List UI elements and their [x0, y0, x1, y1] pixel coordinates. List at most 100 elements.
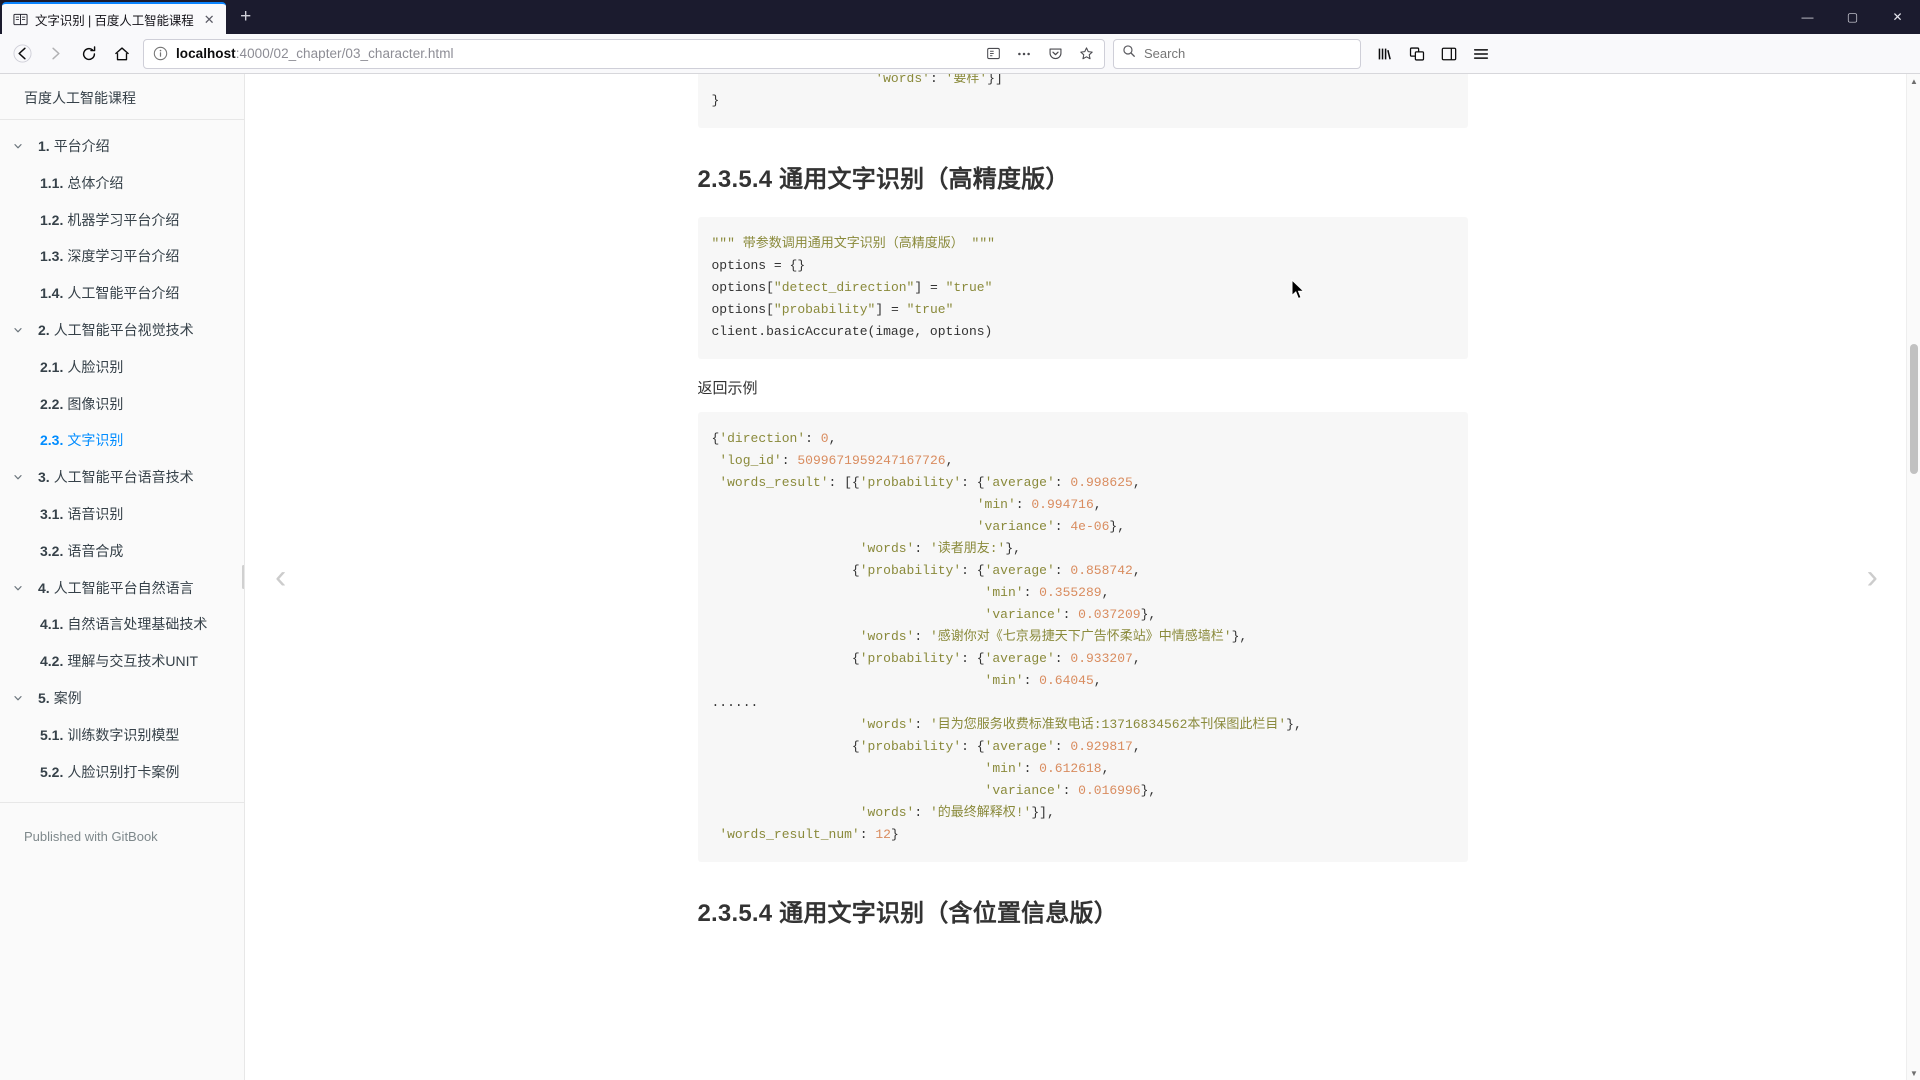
scroll-up-arrow[interactable]: ▲ [1907, 74, 1920, 88]
sidebar-item-14[interactable]: 1.4. 人工智能平台介绍 [0, 275, 244, 312]
browser-tab[interactable]: 文字识别 | 百度人工智能课程 ✕ [2, 2, 226, 34]
sidebar-item-52[interactable]: 5.2. 人脸识别打卡案例 [0, 754, 244, 791]
chapter-label: 人脸识别打卡案例 [67, 763, 180, 780]
toolbar-right [1369, 38, 1496, 69]
chapter-label: 人脸识别 [67, 358, 124, 375]
chapter-label: 语音合成 [67, 542, 124, 559]
search-input[interactable]: Search [1144, 46, 1185, 61]
sidebar-item-51[interactable]: 5.1. 训练数字识别模型 [0, 717, 244, 754]
chapter-number: 1.1. [40, 174, 64, 191]
tab-title: 文字识别 | 百度人工智能课程 [35, 13, 194, 28]
chevron-down-icon[interactable] [13, 583, 23, 593]
library-icon[interactable] [1369, 38, 1400, 69]
chevron-down-icon[interactable] [13, 325, 23, 335]
chapter-number: 1.3. [40, 248, 64, 265]
search-bar[interactable]: Search [1113, 38, 1361, 69]
sidebar-item-11[interactable]: 1.1. 总体介绍 [0, 165, 244, 202]
sidebar-subitem: 1.3. 深度学习平台介绍 [0, 238, 244, 275]
sidebar-icon[interactable] [1433, 38, 1464, 69]
sidebar-divider [0, 802, 244, 804]
sidebar-footer[interactable]: Published with GitBook [0, 817, 244, 856]
code-block-return-json[interactable]: {'direction': 0, 'log_id': 5099671959247… [697, 412, 1468, 863]
sidebar-item-5[interactable]: 5. 案例 [0, 680, 244, 717]
chapter-label: 图像识别 [67, 395, 124, 412]
sidebar-item-2[interactable]: 2. 人工智能平台视觉技术 [0, 312, 244, 349]
sidebar-subitem: 1.1. 总体介绍 [0, 165, 244, 202]
chevron-down-icon[interactable] [13, 472, 23, 482]
chapter-number: 1.2. [40, 211, 64, 228]
sidebar-item-13[interactable]: 1.3. 深度学习平台介绍 [0, 238, 244, 275]
code-block-options[interactable]: """ 带参数调用通用文字识别（高精度版） """ options = {} o… [697, 217, 1468, 360]
page-inner: 'words': '要样'}] } 2.3.5.4 通用文字识别（高精度版） "… [683, 74, 1483, 991]
chapter-number: 4.1. [40, 616, 64, 633]
sidebar-chapter-1: 1. 平台介绍 1.1. 总体介绍 1.2. 机器学习平台介绍 1.3. 深度学习平台介绍 1.… [0, 128, 244, 312]
reload-icon[interactable] [73, 38, 104, 69]
sidebar-item-41[interactable]: 4.1. 自然语言处理基础技术 [0, 606, 244, 643]
gitbook-sidebar: 百度人工智能课程 1. 平台介绍 1.1. 总体介绍 1.2. 机器学习平台介绍 1.3. 深… [0, 74, 245, 1080]
return-example-label: 返回示例 [697, 380, 758, 398]
sidebar-chapter-2: 2. 人工智能平台视觉技术 2.1. 人脸识别 2.2. 图像识别 2.3. 文字识别 [0, 312, 244, 459]
chapter-number: 4. [38, 579, 50, 596]
chevron-down-icon[interactable] [13, 141, 23, 151]
page-viewport: 百度人工智能课程 1. 平台介绍 1.1. 总体介绍 1.2. 机器学习平台介绍 1.3. 深… [0, 74, 1920, 1080]
sidebar-subitem: 1.2. 机器学习平台介绍 [0, 202, 244, 239]
chapter-number: 1. [38, 138, 50, 154]
chevron-down-icon[interactable] [13, 693, 23, 703]
arrow-left-icon[interactable] [7, 38, 38, 69]
sidebar-item-4[interactable]: 4. 人工智能平台自然语言 [0, 570, 244, 607]
scroll-down-arrow[interactable]: ▼ [1907, 1066, 1920, 1080]
chapter-label: 平台介绍 [53, 138, 110, 154]
chapter-label: 文字识别 [67, 432, 124, 449]
hamburger-menu-icon[interactable] [1465, 38, 1496, 69]
sidebar-subitem: 2.3. 文字识别 [0, 422, 244, 459]
minimize-button[interactable]: — [1785, 0, 1830, 34]
chapter-label: 总体介绍 [67, 174, 124, 191]
chapter-number: 3. [38, 469, 50, 486]
sidebar-item-1[interactable]: 1. 平台介绍 [0, 128, 244, 165]
chapter-label: 人工智能平台介绍 [67, 285, 180, 302]
sidebar-item-3[interactable]: 3. 人工智能平台语音技术 [0, 459, 244, 496]
info-circle-icon[interactable] [153, 46, 169, 62]
container-tabs-icon[interactable] [1401, 38, 1432, 69]
sidebar-subitem: 5.1. 训练数字识别模型 [0, 717, 244, 754]
star-icon[interactable] [1074, 42, 1098, 66]
sidebar-subitem: 5.2. 人脸识别打卡案例 [0, 754, 244, 791]
sidebar-chapter-5: 5. 案例 5.1. 训练数字识别模型 5.2. 人脸识别打卡案例 [0, 680, 244, 790]
sidebar-item-21[interactable]: 2.1. 人脸识别 [0, 349, 244, 386]
sidebar-item-23[interactable]: 2.3. 文字识别 [0, 422, 244, 459]
ellipsis-icon[interactable] [1012, 42, 1036, 66]
chapter-number: 5.2. [40, 763, 64, 780]
sidebar-item-32[interactable]: 3.2. 语音合成 [0, 533, 244, 570]
browser-navigation-bar: localhost:4000/02_chapter/03_character.h… [0, 34, 1920, 74]
maximize-button[interactable]: ▢ [1830, 0, 1875, 34]
sidebar-item-12[interactable]: 1.2. 机器学习平台介绍 [0, 202, 244, 239]
chapter-label: 人工智能平台自然语言 [53, 579, 194, 596]
sidebar-chapter-4: 4. 人工智能平台自然语言 4.1. 自然语言处理基础技术 4.2. 理解与交互技术UNI… [0, 570, 244, 680]
tab-strip: 文字识别 | 百度人工智能课程 ✕ + [0, 0, 262, 34]
chapter-label: 理解与交互技术UNIT [67, 653, 199, 670]
sidebar-item-31[interactable]: 3.1. 语音识别 [0, 496, 244, 533]
reader-view-icon[interactable] [981, 42, 1005, 66]
next-page-arrow[interactable]: › [1867, 560, 1878, 594]
sidebar-brand[interactable]: 百度人工智能课程 [0, 77, 244, 120]
sidebar-subitem: 4.1. 自然语言处理基础技术 [0, 606, 244, 643]
chapter-number: 5. [38, 689, 50, 706]
page-scrollbar[interactable]: ▲ ▼ [1906, 74, 1920, 1080]
chapter-label: 训练数字识别模型 [67, 726, 180, 743]
window-close-button[interactable]: ✕ [1875, 0, 1920, 34]
new-tab-button[interactable]: + [230, 2, 262, 32]
chapter-number: 2. [38, 321, 50, 338]
sidebar-item-42[interactable]: 4.2. 理解与交互技术UNIT [0, 643, 244, 680]
chapter-label: 案例 [53, 689, 82, 706]
sidebar-item-22[interactable]: 2.2. 图像识别 [0, 386, 244, 423]
url-bar[interactable]: localhost:4000/02_chapter/03_character.h… [143, 38, 1105, 69]
pocket-icon[interactable] [1043, 42, 1067, 66]
sidebar-subitem: 2.1. 人脸识别 [0, 349, 244, 386]
scrollbar-thumb[interactable] [1910, 344, 1918, 474]
prev-page-arrow[interactable]: ‹ [275, 560, 286, 594]
code-block-fragment-top: 'words': '要样'}] } [697, 74, 1468, 128]
close-icon[interactable]: ✕ [201, 11, 218, 28]
home-icon[interactable] [106, 38, 137, 69]
chapter-number: 5.1. [40, 726, 64, 743]
chapter-label: 人工智能平台语音技术 [53, 469, 194, 486]
